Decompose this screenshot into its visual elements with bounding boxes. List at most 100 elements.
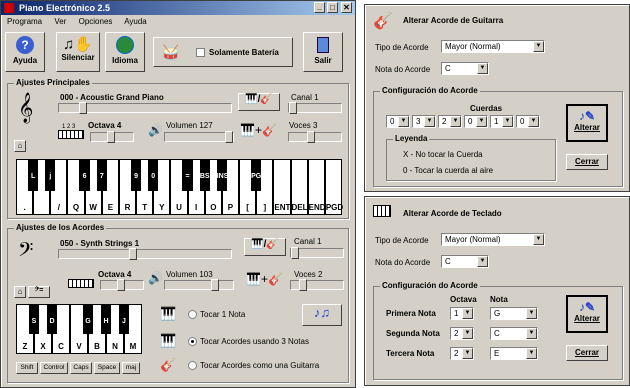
string-select[interactable]: 0 ▼ <box>464 115 488 128</box>
string-selects: 0 ▼ 3 ▼ 2 ▼ 0 ▼ 1 ▼ 0 ▼ <box>386 115 556 129</box>
black-key[interactable]: H <box>100 304 112 334</box>
white-key[interactable]: END <box>307 159 326 215</box>
edit-chord-button[interactable]: ♪♫ <box>302 304 342 326</box>
black-key[interactable]: = <box>182 159 193 191</box>
octave-select[interactable]: 1 ▼ <box>450 307 474 320</box>
chord-voices-slider[interactable] <box>290 279 344 291</box>
chord-piano-plus-guitar-icon: 🎹+🎸 <box>246 272 283 286</box>
help-button[interactable]: ? Ayuda <box>5 32 45 72</box>
chord-home-button[interactable]: ⌂ <box>14 286 26 298</box>
menu-programa[interactable]: Programa <box>7 17 42 26</box>
silence-button[interactable]: ♫✋ Silenciar <box>56 32 100 72</box>
chord-volume-label: Volumen 103 <box>166 270 213 279</box>
note-rows: Primera Nota 1 ▼ G ▼ Segunda Nota 2 ▼ C ▼ Tercera … <box>374 307 554 377</box>
keyboard-small-icon <box>58 130 84 139</box>
note-row-label: Tercera Nota <box>386 349 435 358</box>
white-key[interactable]: DEL <box>290 159 308 215</box>
chord-piano-guitar-toggle[interactable]: 🎹/🎸 <box>244 238 286 256</box>
modifier-key[interactable]: Caps <box>70 362 92 374</box>
menu-ver[interactable]: Ver <box>54 17 66 26</box>
guitar-close-button[interactable]: Cerrar <box>566 154 608 170</box>
menu-opciones[interactable]: Opciones <box>79 17 113 26</box>
black-key[interactable]: D <box>46 304 58 334</box>
piano-guitar-toggle[interactable]: 🎹/🎸 <box>238 93 280 111</box>
string-select[interactable]: 0 ▼ <box>386 115 410 128</box>
guitar-dialog-icon: 🎸 <box>373 13 393 30</box>
black-key[interactable]: 6 <box>79 159 90 191</box>
option-guitar-chords[interactable]: Tocar Acordes como una Guitarra <box>188 361 319 371</box>
close-button[interactable]: ✕ <box>341 2 352 13</box>
string-value: 0 <box>390 117 395 126</box>
black-key[interactable]: 9 <box>130 159 142 191</box>
chord-volume-slider[interactable] <box>164 279 234 291</box>
string-select[interactable]: 0 ▼ <box>516 115 540 128</box>
modifier-keys: Shift Control Caps Space maj <box>16 362 146 376</box>
keyboard-type-select[interactable]: Mayor (Normal) ▼ <box>441 233 545 246</box>
keyboard-dialog-title: Alterar Acorde de Teclado <box>403 209 502 218</box>
guitar-type-select[interactable]: Mayor (Normal) ▼ <box>441 40 545 53</box>
option-three-notes[interactable]: Tocar Acordes usando 3 Notas <box>188 337 309 347</box>
black-key[interactable]: BS <box>199 159 210 191</box>
black-key[interactable]: 0 <box>148 159 159 191</box>
exit-button[interactable]: Salir <box>303 32 343 72</box>
chord-octave-slider[interactable] <box>100 279 144 291</box>
octave-select[interactable]: 2 ▼ <box>450 347 474 360</box>
note-select[interactable]: C ▼ <box>490 327 538 340</box>
keyboard-alter-button[interactable]: ♪✎ Alterar <box>566 295 608 333</box>
chord-piano-icon: 🎹 <box>160 333 177 348</box>
note-row-label: Primera Nota <box>386 309 436 318</box>
white-key[interactable]: ENT <box>273 159 291 215</box>
black-key[interactable]: INS <box>216 159 228 191</box>
black-key[interactable]: J <box>118 304 130 334</box>
black-key[interactable]: 7 <box>96 159 107 191</box>
black-key[interactable]: PGU <box>251 159 266 191</box>
guitar-alter-button[interactable]: ♪✎ Alterar <box>566 104 608 142</box>
main-octave-slider[interactable] <box>90 131 134 143</box>
string-select[interactable]: 1 ▼ <box>490 115 514 128</box>
note-select[interactable]: E ▼ <box>490 347 538 360</box>
string-select[interactable]: 3 ▼ <box>412 115 436 128</box>
drums-icon: 🥁 <box>162 44 180 60</box>
key-label: B <box>94 342 100 351</box>
maximize-button[interactable]: □ <box>327 2 338 13</box>
octave-select[interactable]: 2 ▼ <box>450 327 474 340</box>
octave-value: 2 <box>454 349 459 358</box>
main-voices-slider[interactable] <box>288 131 342 143</box>
language-button[interactable]: Idioma <box>105 32 145 72</box>
chevron-down-icon: ▼ <box>502 116 513 127</box>
keyboard-close-button[interactable]: Cerrar <box>566 345 608 361</box>
keyboard-note-select[interactable]: C ▼ <box>441 255 489 268</box>
key-label: V <box>76 342 82 351</box>
chord-channel-slider[interactable] <box>290 247 344 259</box>
modifier-key[interactable]: Control <box>40 362 68 374</box>
black-key[interactable]: G <box>82 304 94 334</box>
option-one-note[interactable]: Tocar 1 Nota <box>188 310 245 320</box>
menu-ayuda[interactable]: Ayuda <box>124 17 147 26</box>
note-select[interactable]: G ▼ <box>490 307 538 320</box>
black-key[interactable]: S <box>28 304 40 334</box>
modifier-key[interactable]: maj <box>122 362 140 374</box>
chord-edit-button[interactable]: 𝄢= <box>28 286 50 298</box>
chord-instrument-slider[interactable] <box>58 248 232 260</box>
chevron-down-icon: ▼ <box>526 328 537 339</box>
main-octave-label: Octava 4 <box>88 121 122 130</box>
main-channel-slider[interactable] <box>288 102 342 114</box>
minimize-button[interactable]: _ <box>314 2 325 13</box>
key-label: ] <box>263 203 267 212</box>
strings-label: Cuerdas <box>470 104 503 113</box>
home-button[interactable]: ⌂ <box>14 140 26 152</box>
guitar-chord-dialog: 🎸 Alterar Acorde de Guitarra Tipo de Aco… <box>364 4 630 192</box>
main-volume-slider[interactable] <box>164 131 234 143</box>
key-label: END <box>308 203 326 212</box>
white-key[interactable]: PGD <box>324 159 343 215</box>
string-select[interactable]: 2 ▼ <box>438 115 462 128</box>
black-key[interactable]: L <box>28 159 39 191</box>
drums-only-checkbox[interactable] <box>196 48 205 57</box>
guitar-note-select[interactable]: C ▼ <box>441 62 489 75</box>
modifier-key[interactable]: Space <box>94 362 120 374</box>
instrument-slider[interactable] <box>58 102 232 114</box>
black-key[interactable]: j <box>45 159 56 191</box>
string-value: 3 <box>416 117 421 126</box>
legend-title: Leyenda <box>393 134 430 143</box>
modifier-key[interactable]: Shift <box>16 362 38 374</box>
